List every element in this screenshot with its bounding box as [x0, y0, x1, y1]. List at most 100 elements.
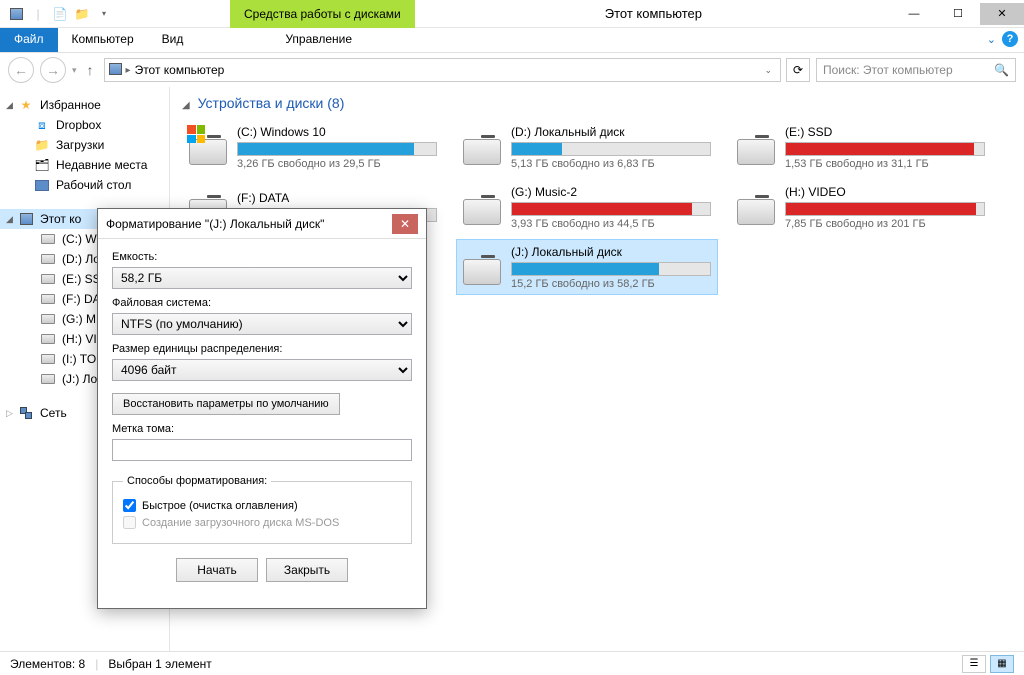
drive-free-text: 3,93 ГБ свободно из 44,5 ГБ	[511, 218, 711, 230]
sidebar-item-desktop[interactable]: Рабочий стол	[0, 175, 169, 195]
quick-format-label: Быстрое (очистка оглавления)	[142, 500, 298, 512]
format-dialog: Форматирование "(J:) Локальный диск" ✕ Е…	[97, 208, 427, 609]
tab-computer[interactable]: Компьютер	[58, 28, 148, 52]
view-tiles-button[interactable]: ▦	[990, 655, 1014, 673]
volume-label-label: Метка тома:	[112, 423, 412, 435]
dialog-title: Форматирование "(J:) Локальный диск"	[106, 217, 324, 231]
breadcrumb[interactable]: ▸ Этот компьютер ⌄	[104, 58, 781, 82]
start-button[interactable]: Начать	[176, 558, 258, 582]
drive-free-text: 7,85 ГБ свободно из 201 ГБ	[785, 218, 985, 230]
drive-icon	[40, 231, 56, 247]
collapse-icon[interactable]: ◢	[6, 100, 13, 111]
drive-icon	[40, 271, 56, 287]
allocation-label: Размер единицы распределения:	[112, 343, 412, 355]
section-collapse-icon[interactable]: ◢	[182, 100, 190, 111]
drive-usage-bar	[785, 142, 985, 156]
status-count: Элементов: 8	[10, 657, 85, 671]
drive-icon	[189, 127, 229, 167]
quick-format-checkbox[interactable]	[123, 499, 136, 512]
folder-icon: 📁	[34, 137, 50, 153]
drive-icon	[737, 187, 777, 227]
expand-icon[interactable]: ▷	[6, 408, 13, 419]
volume-label-input[interactable]	[112, 439, 412, 461]
drive-icon	[40, 311, 56, 327]
app-icon	[6, 4, 26, 24]
sidebar-item-recent[interactable]: 🗂Недавние места	[0, 155, 169, 175]
drive-item[interactable]: (C:) Windows 10 3,26 ГБ свободно из 29,5 …	[182, 119, 444, 175]
filesystem-select[interactable]: NTFS (по умолчанию)	[112, 313, 412, 335]
drive-item[interactable]: (H:) VIDEO7,85 ГБ свободно из 201 ГБ	[730, 179, 992, 235]
drive-name: (G:) Music-2	[511, 185, 711, 199]
nav-back-button[interactable]: ←	[8, 57, 34, 83]
drive-usage-bar	[511, 262, 711, 276]
search-icon: 🔍	[994, 63, 1009, 77]
close-dialog-button[interactable]: Закрыть	[266, 558, 348, 582]
recent-icon: 🗂	[34, 157, 50, 173]
minimize-button[interactable]: —	[892, 3, 936, 25]
qat-newfolder-icon[interactable]: 📁	[72, 4, 92, 24]
drive-item[interactable]: (D:) Локальный диск 5,13 ГБ свободно из 6…	[456, 119, 718, 175]
breadcrumb-location[interactable]: Этот компьютер	[135, 63, 225, 77]
drive-name: (D:) Локальный диск	[511, 125, 711, 139]
drive-icon	[40, 351, 56, 367]
context-tab-disk-tools: Средства работы с дисками	[230, 0, 415, 28]
qat-dropdown-icon[interactable]: ▾	[94, 4, 114, 24]
drive-icon	[463, 187, 503, 227]
capacity-select[interactable]: 58,2 ГБ	[112, 267, 412, 289]
capacity-label: Емкость:	[112, 251, 412, 263]
refresh-button[interactable]: ⟳	[786, 58, 810, 82]
star-icon: ★	[18, 97, 34, 113]
drive-free-text: 3,26 ГБ свободно из 29,5 ГБ	[237, 158, 437, 170]
sidebar-item-dropbox[interactable]: ⧈Dropbox	[0, 115, 169, 135]
drive-usage-bar	[237, 142, 437, 156]
ribbon-expand-icon[interactable]: ⌄	[987, 33, 996, 46]
tab-view[interactable]: Вид	[148, 28, 198, 52]
close-button[interactable]: ✕	[980, 3, 1024, 25]
pc-icon	[18, 211, 34, 227]
drive-free-text: 5,13 ГБ свободно из 6,83 ГБ	[511, 158, 711, 170]
drive-icon	[463, 127, 503, 167]
drive-item[interactable]: (E:) SSD 1,53 ГБ свободно из 31,1 ГБ	[730, 119, 992, 175]
dialog-close-button[interactable]: ✕	[392, 214, 418, 234]
drive-icon	[40, 291, 56, 307]
nav-history-icon[interactable]: ▾	[72, 65, 77, 76]
section-heading[interactable]: ◢ Устройства и диски (8)	[182, 95, 1012, 111]
help-icon[interactable]: ?	[1002, 31, 1018, 47]
drive-icon	[737, 127, 777, 167]
breadcrumb-sep-icon: ▸	[126, 65, 131, 76]
drive-icon	[40, 251, 56, 267]
drive-item[interactable]: (J:) Локальный диск15,2 ГБ свободно из 5…	[456, 239, 718, 295]
drive-icon	[463, 247, 503, 287]
drive-icon	[40, 331, 56, 347]
tab-file[interactable]: Файл	[0, 28, 58, 52]
drive-name: (J:) Локальный диск	[511, 245, 711, 259]
filesystem-label: Файловая система:	[112, 297, 412, 309]
allocation-select[interactable]: 4096 байт	[112, 359, 412, 381]
network-icon	[18, 405, 34, 421]
window-title: Этот компьютер	[415, 6, 892, 21]
desktop-icon	[34, 177, 50, 193]
drive-usage-bar	[785, 202, 985, 216]
sidebar-item-downloads[interactable]: 📁Загрузки	[0, 135, 169, 155]
drive-name: (E:) SSD	[785, 125, 985, 139]
drive-name: (C:) Windows 10	[237, 125, 437, 139]
drive-item[interactable]: (G:) Music-2 3,93 ГБ свободно из 44,5 ГБ	[456, 179, 718, 235]
nav-forward-button[interactable]: →	[40, 57, 66, 83]
breadcrumb-dropdown-icon[interactable]: ⌄	[764, 65, 772, 76]
drive-usage-bar	[511, 142, 711, 156]
view-details-button[interactable]: ☰	[962, 655, 986, 673]
tab-manage[interactable]: Управление	[261, 28, 376, 52]
qat-sep: |	[28, 4, 48, 24]
sidebar-favorites-header[interactable]: ◢ ★ Избранное	[0, 95, 169, 115]
nav-up-button[interactable]: ↑	[83, 62, 98, 78]
search-input[interactable]: Поиск: Этот компьютер 🔍	[816, 58, 1016, 82]
qat-properties-icon[interactable]: 📄	[50, 4, 70, 24]
collapse-icon[interactable]: ◢	[6, 214, 13, 225]
drive-usage-bar	[511, 202, 711, 216]
breadcrumb-pc-icon	[109, 63, 122, 78]
maximize-button[interactable]: ☐	[936, 3, 980, 25]
drive-icon	[40, 371, 56, 387]
drive-name: (F:) DATA	[237, 191, 437, 205]
drive-free-text: 1,53 ГБ свободно из 31,1 ГБ	[785, 158, 985, 170]
restore-defaults-button[interactable]: Восстановить параметры по умолчанию	[112, 393, 340, 415]
